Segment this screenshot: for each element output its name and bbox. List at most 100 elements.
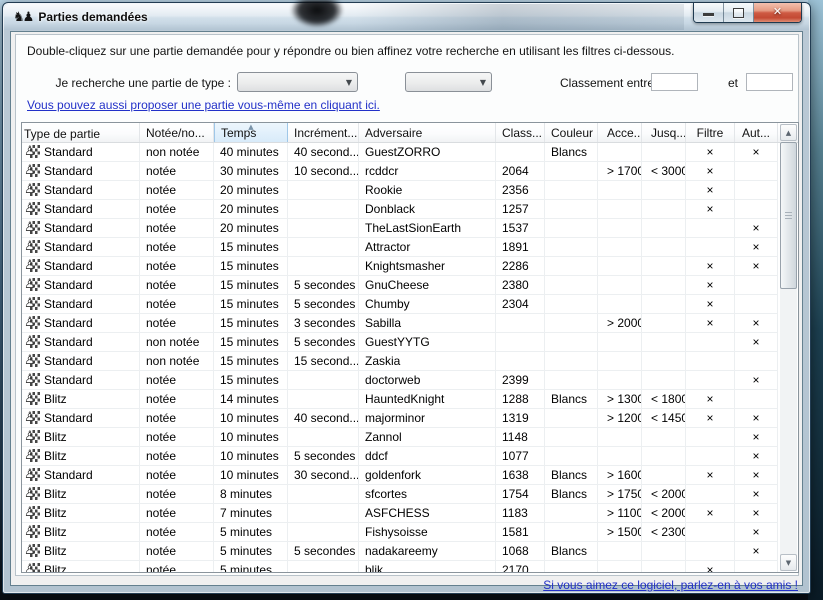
table-row[interactable]: ♙Standardnon notée15 minutes15 second...… xyxy=(22,352,798,371)
cell-adversaire: majorminor xyxy=(359,409,496,428)
cell-accepte xyxy=(598,295,642,314)
table-row[interactable]: ♙Blitznotée10 minutesZannol1148× xyxy=(22,428,798,447)
cell-time: 8 minutes xyxy=(214,485,288,504)
cell-couleur xyxy=(545,561,598,572)
table-row[interactable]: ♙Blitznotée5 minutesFishysoisse1581> 150… xyxy=(22,523,798,542)
cell-type: ♙Standard xyxy=(22,314,140,333)
table-row[interactable]: ♙Standardnotée15 minutesAttractor1891× xyxy=(22,238,798,257)
cell-adversaire: doctorweb xyxy=(359,371,496,390)
table-row[interactable]: ♙Blitznotée5 minutes5 secondesnadakareem… xyxy=(22,542,798,561)
scroll-down-button[interactable]: ▼ xyxy=(780,554,797,571)
cell-time: 15 minutes xyxy=(214,333,288,352)
cell-filtre: × xyxy=(686,561,735,572)
table-row[interactable]: ♙Standardnotée15 minutes5 secondesChumby… xyxy=(22,295,798,314)
column-header-classement[interactable]: Class... xyxy=(496,123,545,142)
cell-filtre: × xyxy=(686,390,735,409)
share-software-link[interactable]: Si vous aimez ce logiciel, parlez-en à v… xyxy=(543,578,798,592)
maximize-button[interactable] xyxy=(724,3,754,22)
column-header-accepte[interactable]: Acce... xyxy=(598,123,642,142)
cell-increment xyxy=(288,428,359,447)
chess-pawn-icon: ♙ xyxy=(24,505,41,521)
cell-classement xyxy=(496,143,545,162)
cell-jusqua xyxy=(642,428,686,447)
rating-max-input[interactable] xyxy=(746,73,793,91)
cell-classement: 1638 xyxy=(496,466,545,485)
column-header-autre[interactable]: Aut... xyxy=(735,123,778,142)
chess-pawn-icon: ♙ xyxy=(24,410,41,426)
instruction-text: Double-cliquez sur une partie demandée p… xyxy=(27,44,789,58)
cell-jusqua xyxy=(642,561,686,572)
column-header-adversaire[interactable]: Adversaire xyxy=(359,123,496,142)
chess-pawn-icon: ♙ xyxy=(24,182,41,198)
chess-pawn-icon: ♙ xyxy=(24,258,41,274)
column-header-type[interactable]: Type de partie xyxy=(22,123,140,142)
table-row[interactable]: ♙Standardnotée30 minutes10 second...rcdd… xyxy=(22,162,798,181)
cell-couleur xyxy=(545,181,598,200)
cell-couleur: Blancs xyxy=(545,466,598,485)
minimize-button[interactable] xyxy=(694,3,724,22)
close-button[interactable]: ✕ xyxy=(754,3,801,22)
cell-adversaire: Zaskia xyxy=(359,352,496,371)
titlebar[interactable]: ♞♟ Parties demandées xyxy=(4,4,809,30)
cell-increment: 3 secondes xyxy=(288,314,359,333)
cell-autre xyxy=(735,162,778,181)
cell-filtre xyxy=(686,238,735,257)
cell-jusqua xyxy=(642,276,686,295)
cell-jusqua xyxy=(642,371,686,390)
table-row[interactable]: ♙Standardnotée15 minutes3 secondesSabill… xyxy=(22,314,798,333)
chess-pawn-icon: ♙ xyxy=(24,543,41,559)
cell-time: 5 minutes xyxy=(214,542,288,561)
column-header-couleur[interactable]: Couleur xyxy=(545,123,598,142)
chess-pawn-icon: ♙ xyxy=(24,372,41,388)
column-header-increment[interactable]: Incrément... xyxy=(288,123,359,142)
table-row[interactable]: ♙Blitznotée7 minutesASFCHESS1183> 1100< … xyxy=(22,504,798,523)
table-row[interactable]: ♙Standardnotée10 minutes30 second...gold… xyxy=(22,466,798,485)
cell-adversaire: blik xyxy=(359,561,496,572)
table-row[interactable]: ♙Standardnotée15 minutes5 secondesGnuChe… xyxy=(22,276,798,295)
cell-adversaire: sfcortes xyxy=(359,485,496,504)
cell-increment: 5 secondes xyxy=(288,333,359,352)
scroll-up-button[interactable]: ▲ xyxy=(780,124,797,141)
cell-filtre: × xyxy=(686,409,735,428)
table-row[interactable]: ♙Standardnon notée40 minutes40 second...… xyxy=(22,143,798,162)
column-header-time[interactable]: Temps▲ xyxy=(214,123,288,142)
cell-autre xyxy=(735,181,778,200)
cell-couleur xyxy=(545,504,598,523)
rating-min-input[interactable] xyxy=(651,73,698,91)
cell-type: ♙Standard xyxy=(22,352,140,371)
cell-adversaire: ddcf xyxy=(359,447,496,466)
table-row[interactable]: ♙Blitznotée14 minutesHauntedKnight1288Bl… xyxy=(22,390,798,409)
table-row[interactable]: ♙Blitznotée10 minutes5 secondesddcf1077× xyxy=(22,447,798,466)
chess-pawn-icon: ♙ xyxy=(24,220,41,236)
cell-jusqua: < 2000 xyxy=(642,485,686,504)
table-row[interactable]: ♙Standardnotée15 minutesdoctorweb2399× xyxy=(22,371,798,390)
cell-jusqua xyxy=(642,200,686,219)
cell-adversaire: GuestZORRO xyxy=(359,143,496,162)
cell-accepte xyxy=(598,447,642,466)
cell-rated: non notée xyxy=(140,143,214,162)
table-row[interactable]: ♙Standardnotée20 minutesDonblack1257× xyxy=(22,200,798,219)
column-header-rated[interactable]: Notée/no... xyxy=(140,123,214,142)
table-row[interactable]: ♙Standardnotée15 minutesKnightsmasher228… xyxy=(22,257,798,276)
cell-increment xyxy=(288,485,359,504)
column-header-jusqua[interactable]: Jusq... xyxy=(642,123,686,142)
table-row[interactable]: ♙Blitznotée5 minutesblik2170× xyxy=(22,561,798,572)
cell-autre: × xyxy=(735,466,778,485)
cell-couleur xyxy=(545,314,598,333)
column-header-filtre[interactable]: Filtre xyxy=(686,123,735,142)
cell-accepte xyxy=(598,257,642,276)
cell-rated: notée xyxy=(140,219,214,238)
cell-time: 5 minutes xyxy=(214,561,288,572)
scrollbar-thumb[interactable] xyxy=(780,142,797,289)
game-subtype-select[interactable]: ▼ xyxy=(405,72,492,92)
propose-game-link[interactable]: Vous pouvez aussi proposer une partie vo… xyxy=(27,98,380,112)
games-listview: Type de partieNotée/no...Temps▲Incrément… xyxy=(21,122,799,573)
table-row[interactable]: ♙Standardnotée20 minutesTheLastSionEarth… xyxy=(22,219,798,238)
cell-increment xyxy=(288,390,359,409)
cell-increment xyxy=(288,181,359,200)
table-row[interactable]: ♙Standardnon notée15 minutes5 secondesGu… xyxy=(22,333,798,352)
game-type-select[interactable]: ▼ xyxy=(237,72,358,92)
table-row[interactable]: ♙Standardnotée10 minutes40 second...majo… xyxy=(22,409,798,428)
table-row[interactable]: ♙Standardnotée20 minutesRookie2356× xyxy=(22,181,798,200)
table-row[interactable]: ♙Blitznotée8 minutessfcortes1754Blancs> … xyxy=(22,485,798,504)
